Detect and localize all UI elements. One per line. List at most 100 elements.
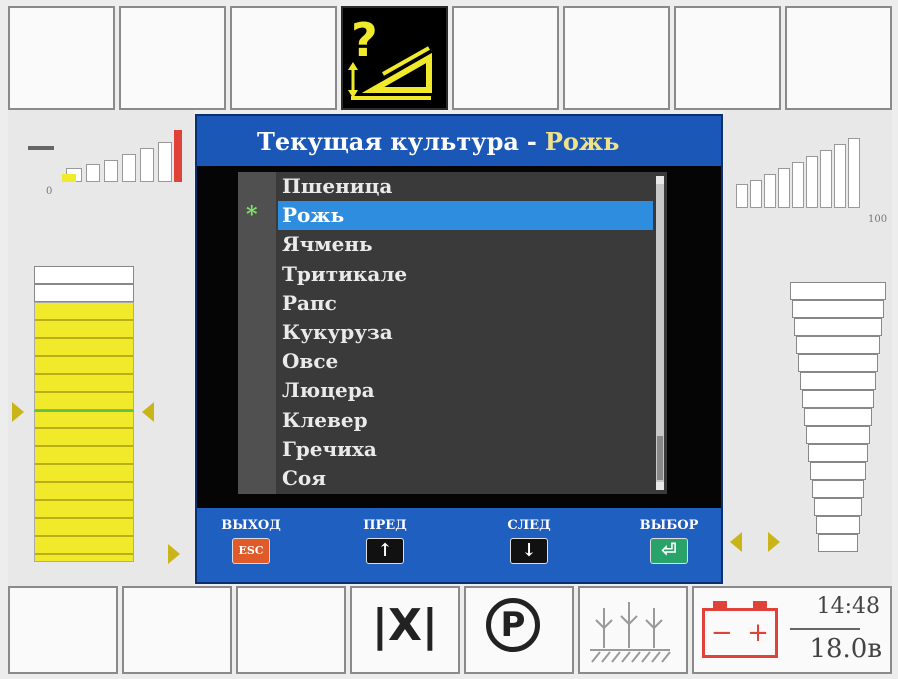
dialog-title-separator: - [526, 126, 537, 156]
float-icon: |X| [371, 600, 438, 651]
item-label: Клевер [282, 407, 368, 432]
esc-key-icon[interactable]: ESC [232, 538, 270, 564]
dash-mark [28, 146, 54, 150]
bottom-button-row: |X| P − + 14:48 18.0в [8, 586, 892, 674]
select-softkey[interactable]: ВЫБОР ⏎ [629, 518, 709, 564]
gauge-segment [800, 372, 876, 390]
right-marker-icon [142, 402, 154, 422]
current-crop-name: Рожь [544, 126, 620, 156]
clock-time: 14:48 [816, 594, 880, 619]
top-slot-2[interactable] [119, 6, 226, 110]
top-slot-7[interactable] [674, 6, 781, 110]
prev-label: ПРЕД [363, 518, 407, 533]
gauge-segment [810, 462, 866, 480]
left-marker-icon [12, 402, 24, 422]
item-label: Пшеница [282, 174, 393, 198]
mini-bar [778, 168, 790, 208]
battery-icon: − + [701, 601, 778, 658]
item-label: Овсе [282, 349, 339, 374]
top-slot-5[interactable] [452, 6, 559, 110]
bottom-slot-3[interactable] [235, 586, 346, 674]
mini-bar [736, 184, 748, 208]
list-item[interactable]: Овсе [278, 347, 653, 376]
mini-bar [806, 156, 818, 208]
gauge-segment [798, 354, 878, 372]
list-item[interactable]: Гречиха [278, 435, 653, 464]
next-softkey[interactable]: СЛЕД ↓ [489, 518, 569, 564]
crop-list: Пшеница * Рожь Ячмень Тритикале Рапс Куку… [246, 172, 653, 494]
list-scrollbar[interactable] [656, 176, 664, 490]
crop-field-icon [589, 602, 671, 663]
target-line [34, 410, 134, 412]
gauge-segment [806, 426, 870, 444]
arrow-down-icon[interactable]: ↓ [510, 538, 548, 564]
mini-bar [750, 180, 762, 208]
gauge-segment [790, 282, 886, 300]
level-indicator [174, 130, 182, 182]
mini-bar [122, 154, 136, 182]
mini-bar [764, 174, 776, 208]
gauge-segment [814, 498, 862, 516]
gauge-filled-segments [34, 302, 134, 562]
bottom-slot-crop[interactable] [577, 586, 688, 674]
scroll-thumb[interactable] [657, 436, 663, 480]
item-label: Люцера [282, 378, 375, 403]
right-right-marker-icon [768, 532, 780, 552]
bottom-slot-2[interactable] [121, 586, 232, 674]
list-item[interactable]: Люцера [278, 376, 653, 405]
mini-bar [834, 144, 846, 208]
mini-bar [848, 138, 860, 208]
exit-softkey[interactable]: ВЫХОД ESC [211, 518, 291, 564]
list-item[interactable]: Кукуруза [278, 318, 653, 347]
parking-icon: P [485, 598, 540, 652]
scroll-down-arrow[interactable] [656, 482, 664, 490]
left-gauge-panel: 0 [8, 110, 194, 586]
gauge-segment [794, 318, 882, 336]
gauge-segment [34, 266, 134, 284]
crop-list-area: Пшеница * Рожь Ячмень Тритикале Рапс Куку… [197, 166, 721, 508]
list-item-selected[interactable]: * Рожь [246, 201, 653, 231]
prev-softkey[interactable]: ПРЕД ↑ [345, 518, 425, 564]
next-label: СЛЕД [507, 518, 551, 533]
right-gauge-max-label: 100 [868, 214, 888, 225]
gauge-segment [812, 480, 864, 498]
list-item[interactable]: Ячмень [278, 230, 653, 259]
bottom-slot-float[interactable]: |X| [349, 586, 460, 674]
mini-bar [140, 148, 154, 182]
top-button-row: ? [8, 6, 892, 110]
right-left-marker-icon [730, 532, 742, 552]
item-label: Тритикале [282, 261, 408, 286]
top-slot-3[interactable] [230, 6, 337, 110]
list-item[interactable]: Соя [278, 464, 653, 493]
bottom-slot-parking[interactable]: P [463, 586, 574, 674]
list-item[interactable]: Тритикале [278, 260, 653, 289]
list-item[interactable]: Пшеница [278, 172, 653, 201]
dialog-title: Текущая культура - Рожь [197, 116, 721, 166]
bottom-slot-1[interactable] [8, 586, 118, 674]
current-marker-icon: * [246, 202, 258, 229]
crop-list-box: Пшеница * Рожь Ячмень Тритикале Рапс Куку… [238, 172, 667, 494]
yellow-mark [62, 174, 76, 182]
left-gauge-min-label: 0 [46, 186, 53, 197]
dialog-title-text: Текущая культура [257, 126, 519, 156]
top-slot-8[interactable] [785, 6, 892, 110]
gauge-segment [802, 390, 874, 408]
gauge-segment [792, 300, 884, 318]
mini-bar [86, 164, 100, 182]
svg-text:?: ? [351, 13, 378, 67]
scroll-up-arrow[interactable] [656, 176, 664, 184]
battery-minus: − [710, 618, 733, 648]
mini-bar [158, 142, 172, 182]
top-slot-1[interactable] [8, 6, 115, 110]
top-slot-tilt[interactable]: ? [341, 6, 448, 110]
parking-letter: P [500, 605, 526, 645]
right-gauge-panel: 100 [724, 110, 892, 586]
select-label: ВЫБОР [639, 518, 699, 533]
top-slot-6[interactable] [563, 6, 670, 110]
item-label: Рапс [282, 290, 337, 315]
enter-icon[interactable]: ⏎ [650, 538, 688, 564]
arrow-up-icon[interactable]: ↑ [366, 538, 404, 564]
list-item[interactable]: Клевер [278, 406, 653, 435]
battery-plus: + [747, 618, 769, 648]
list-item[interactable]: Рапс [278, 289, 653, 318]
